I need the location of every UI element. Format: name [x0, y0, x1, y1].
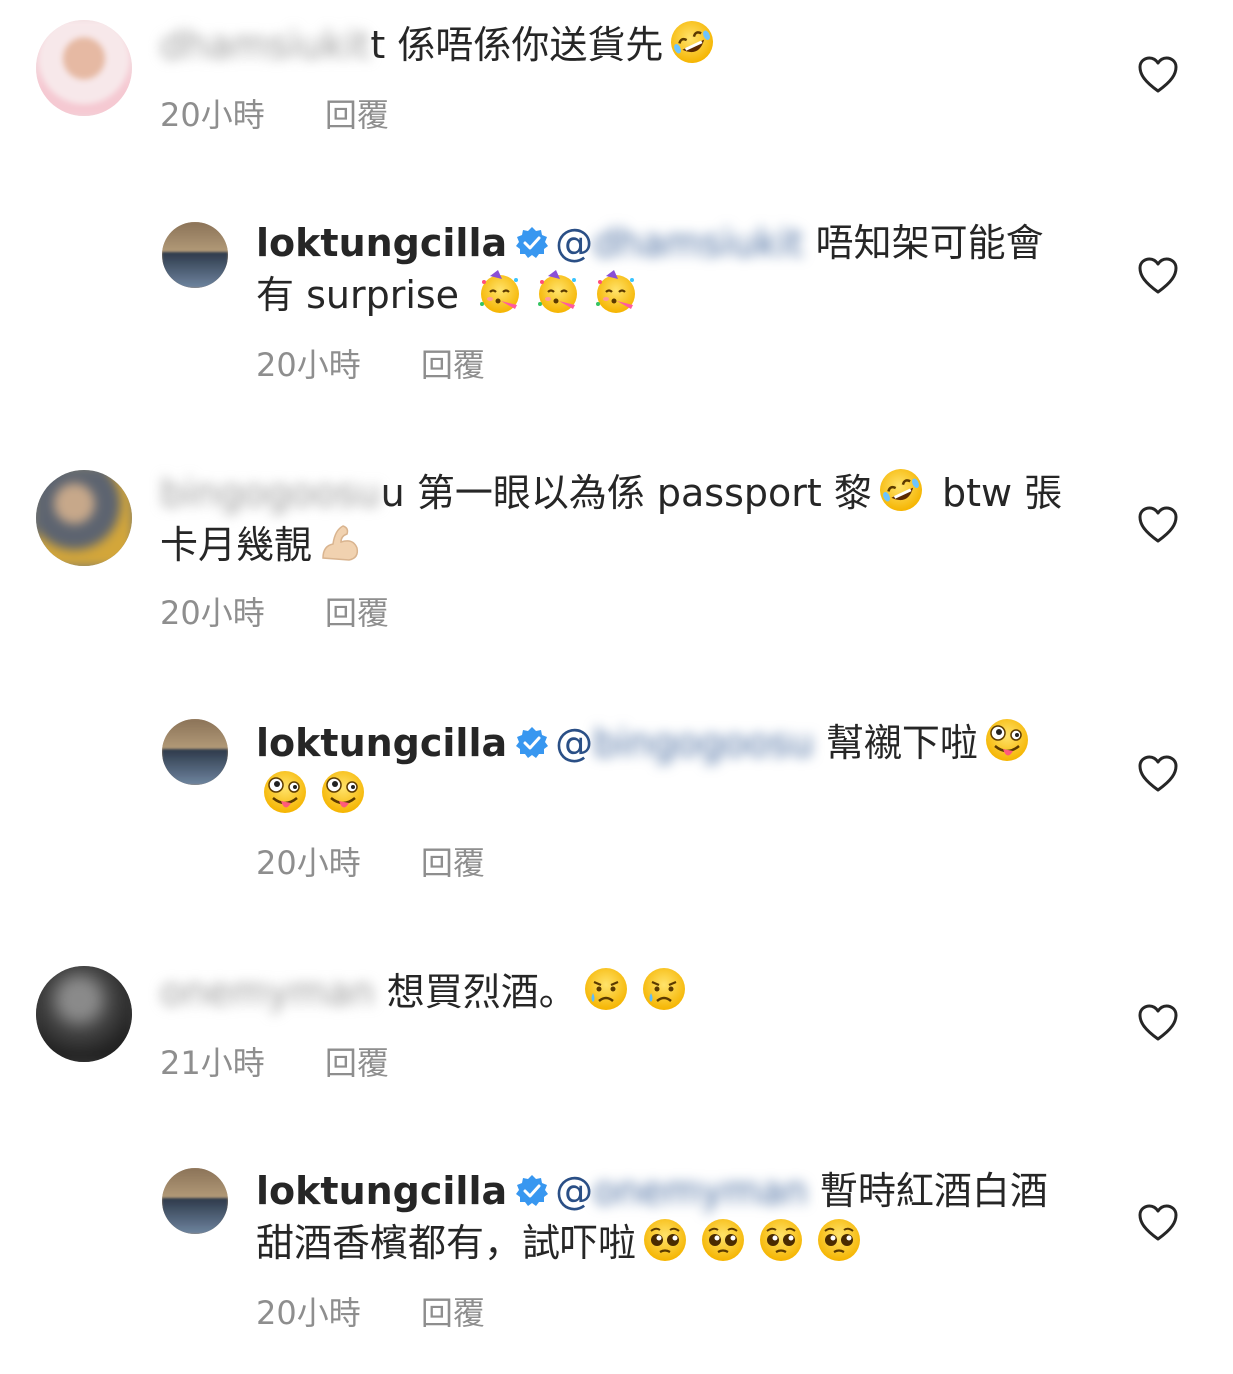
comment-body-line1b: btw 張	[929, 471, 1063, 515]
sad-tear-emoji-icon	[640, 965, 688, 1013]
comment-body-line1: 暫時紅酒白酒	[807, 1169, 1048, 1213]
username[interactable]: loktungcilla	[256, 221, 507, 265]
party-face-emoji-icon	[592, 268, 640, 316]
comment-text: loktungcilla @bingogoosu 幫襯下啦	[256, 716, 1066, 820]
like-heart-icon[interactable]	[1138, 56, 1178, 94]
comment-meta: 21小時 回覆	[160, 1038, 389, 1084]
reply-button[interactable]: 回覆	[325, 588, 389, 634]
timestamp: 20小時	[256, 844, 361, 882]
mention-at[interactable]: @	[555, 221, 593, 265]
comment-meta: 20小時 回覆	[256, 838, 485, 884]
sad-tear-emoji-icon	[582, 965, 630, 1013]
mention-at[interactable]: @	[555, 1169, 593, 1213]
timestamp: 20小時	[160, 96, 265, 134]
avatar[interactable]	[162, 719, 228, 785]
timestamp: 20小時	[160, 594, 265, 632]
timestamp: 21小時	[160, 1044, 265, 1082]
comment-body-line1: 第一眼以為係 passport 黎	[404, 471, 872, 515]
party-face-emoji-icon	[476, 268, 524, 316]
username[interactable]: loktungcilla	[256, 721, 507, 765]
username-tail[interactable]: t	[370, 23, 385, 67]
comment-text: loktungcilla @onemyman 暫時紅酒白酒甜酒香檳都有，試吓啦	[256, 1166, 1066, 1268]
username-blurred[interactable]: onemyman	[160, 967, 375, 1017]
pleading-face-emoji-icon	[815, 1216, 863, 1264]
comment-meta: 20小時 回覆	[256, 340, 485, 386]
comment-meta: 20小時 回覆	[160, 588, 389, 634]
zany-face-emoji-icon	[261, 768, 309, 816]
reply-button[interactable]: 回覆	[421, 838, 485, 884]
comment-body: 幫襯下啦	[813, 721, 978, 765]
zany-face-emoji-icon	[319, 768, 367, 816]
like-heart-icon[interactable]	[1138, 1204, 1178, 1242]
username-blurred[interactable]: dhamsiukit	[160, 20, 370, 70]
comment-meta: 20小時 回覆	[160, 90, 389, 136]
username-blurred[interactable]: bingogoosu	[160, 468, 381, 518]
comment-body: 想買烈酒。	[374, 970, 577, 1014]
avatar[interactable]	[36, 966, 132, 1062]
verified-badge-icon	[515, 726, 549, 760]
rofl-emoji-icon	[877, 466, 925, 514]
comment-text: bingogoosuu 第一眼以為係 passport 黎 btw 張卡月幾靚	[160, 466, 1070, 570]
comment-body-line2: 甜酒香檳都有，試吓啦	[256, 1221, 637, 1265]
comment-body-line1: 唔知架可能會	[803, 221, 1044, 265]
timestamp: 20小時	[256, 1294, 361, 1332]
comment-body-line2: 有 surprise	[256, 273, 472, 317]
pleading-face-emoji-icon	[757, 1216, 805, 1264]
verified-badge-icon	[515, 226, 549, 260]
mention-blurred[interactable]: dhamsiukit	[593, 218, 803, 268]
party-face-emoji-icon	[534, 268, 582, 316]
username-tail[interactable]: u	[381, 471, 405, 515]
reply-button[interactable]: 回覆	[421, 1288, 485, 1334]
avatar[interactable]	[162, 1168, 228, 1234]
flexed-biceps-emoji-icon	[317, 518, 365, 566]
zany-face-emoji-icon	[983, 716, 1031, 764]
avatar[interactable]	[36, 20, 132, 116]
comment-text: onemyman 想買烈酒。	[160, 965, 1070, 1017]
pleading-face-emoji-icon	[641, 1216, 689, 1264]
mention-blurred[interactable]: bingogoosu	[593, 718, 814, 768]
avatar[interactable]	[36, 470, 132, 566]
comment-text: loktungcilla @dhamsiukit 唔知架可能會有 surprise	[256, 218, 1066, 320]
comment-text: dhamsiukitt 係唔係你送貨先	[160, 18, 1070, 70]
reply-button[interactable]: 回覆	[325, 90, 389, 136]
rofl-emoji-icon	[668, 18, 716, 66]
timestamp: 20小時	[256, 346, 361, 384]
like-heart-icon[interactable]	[1138, 506, 1178, 544]
comment-meta: 20小時 回覆	[256, 1288, 485, 1334]
mention-blurred[interactable]: onemyman	[593, 1166, 808, 1216]
comment-body: 係唔係你送貨先	[385, 23, 664, 67]
comment-body-line2: 卡月幾靚	[160, 523, 313, 567]
mention-at[interactable]: @	[555, 721, 593, 765]
pleading-face-emoji-icon	[699, 1216, 747, 1264]
avatar[interactable]	[162, 222, 228, 288]
reply-button[interactable]: 回覆	[325, 1038, 389, 1084]
username[interactable]: loktungcilla	[256, 1169, 507, 1213]
like-heart-icon[interactable]	[1138, 1004, 1178, 1042]
verified-badge-icon	[515, 1174, 549, 1208]
like-heart-icon[interactable]	[1138, 755, 1178, 793]
like-heart-icon[interactable]	[1138, 257, 1178, 295]
reply-button[interactable]: 回覆	[421, 340, 485, 386]
